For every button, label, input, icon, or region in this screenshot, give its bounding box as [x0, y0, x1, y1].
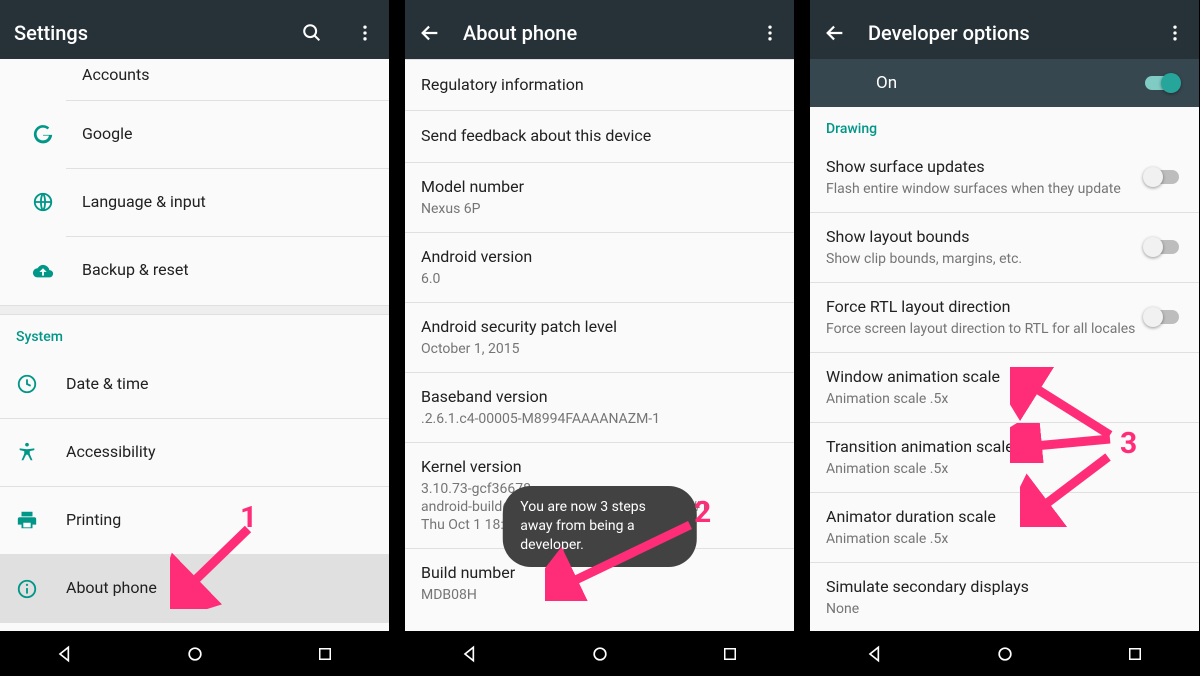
- nav-home-icon[interactable]: [185, 644, 205, 664]
- overflow-menu-icon[interactable]: [355, 23, 375, 43]
- list-item[interactable]: Google: [66, 101, 389, 169]
- overflow-menu-icon[interactable]: [760, 23, 780, 43]
- annotation-label-3: 3: [1120, 426, 1137, 461]
- back-arrow-icon[interactable]: [824, 22, 846, 44]
- master-toggle[interactable]: [1145, 76, 1179, 90]
- list-item-transition-animation[interactable]: Transition animation scale Animation sca…: [810, 423, 1199, 493]
- annotation-arrow-3c: [1020, 447, 1120, 527]
- about-list: Regulatory information Send feedback abo…: [405, 59, 794, 631]
- print-icon: [16, 509, 38, 531]
- search-icon[interactable]: [301, 22, 323, 44]
- list-item[interactable]: Regulatory information: [405, 59, 794, 111]
- panel-developer-options: Developer options On Drawing Show surfac…: [810, 0, 1199, 676]
- appbar: Developer options: [810, 6, 1199, 59]
- clock-icon: [16, 373, 38, 395]
- appbar: About phone: [405, 6, 794, 59]
- panel-about-phone: About phone Regulatory information Send …: [405, 0, 794, 676]
- nav-back-icon[interactable]: [460, 644, 480, 664]
- section-header-drawing: Drawing: [810, 107, 1199, 143]
- cloud-upload-icon: [32, 260, 54, 282]
- list-item-animator-duration[interactable]: Animator duration scale Animation scale …: [810, 493, 1199, 563]
- nav-back-icon[interactable]: [55, 644, 75, 664]
- list-item[interactable]: Model number Nexus 6P: [405, 163, 794, 233]
- navbar: [810, 631, 1199, 676]
- annotation-label-2: 2: [694, 495, 711, 530]
- list-item[interactable]: Backup & reset: [66, 237, 389, 305]
- section-divider: [0, 305, 389, 315]
- overflow-menu-icon[interactable]: [1165, 23, 1185, 43]
- nav-back-icon[interactable]: [865, 644, 885, 664]
- panel-settings: Settings Accounts Google: [0, 0, 389, 676]
- list-item[interactable]: Show layout bounds Show clip bounds, mar…: [810, 213, 1199, 283]
- toggle-switch[interactable]: [1145, 240, 1179, 254]
- list-item[interactable]: Date & time: [0, 351, 389, 419]
- master-switch-row[interactable]: On: [810, 59, 1199, 107]
- nav-home-icon[interactable]: [995, 644, 1015, 664]
- section-header-system: System: [0, 315, 389, 351]
- appbar-title: About phone: [463, 21, 738, 45]
- nav-recents-icon[interactable]: [721, 645, 739, 663]
- navbar: [405, 631, 794, 676]
- list-item[interactable]: Simulate secondary displays None: [810, 563, 1199, 631]
- list-item[interactable]: Language & input: [66, 169, 389, 237]
- nav-home-icon[interactable]: [590, 644, 610, 664]
- appbar-title: Settings: [14, 21, 279, 45]
- list-item[interactable]: Accessibility: [0, 419, 389, 487]
- toggle-switch[interactable]: [1145, 170, 1179, 184]
- nav-recents-icon[interactable]: [1126, 645, 1144, 663]
- globe-icon: [32, 191, 54, 213]
- list-item[interactable]: Accounts: [66, 59, 389, 101]
- list-item[interactable]: Android security patch level October 1, …: [405, 303, 794, 373]
- annotation-arrow-2: [545, 511, 705, 601]
- list-item[interactable]: Show surface updates Flash entire window…: [810, 143, 1199, 213]
- settings-list: Accounts Google Language & input: [0, 59, 389, 631]
- appbar-title: Developer options: [868, 21, 1143, 45]
- list-item[interactable]: Send feedback about this device: [405, 111, 794, 163]
- annotation-label-1: 1: [240, 500, 257, 535]
- back-arrow-icon[interactable]: [419, 22, 441, 44]
- list-item[interactable]: Force RTL layout direction Force screen …: [810, 283, 1199, 353]
- list-item[interactable]: Android version 6.0: [405, 233, 794, 303]
- google-icon: [32, 123, 54, 145]
- dev-options-list: Drawing Show surface updates Flash entir…: [810, 107, 1199, 631]
- list-item-window-animation[interactable]: Window animation scale Animation scale .…: [810, 353, 1199, 423]
- appbar: Settings: [0, 6, 389, 59]
- list-item[interactable]: Baseband version .2.6.1.c4-00005-M8994FA…: [405, 373, 794, 443]
- toggle-switch[interactable]: [1145, 310, 1179, 324]
- navbar: [0, 631, 389, 676]
- nav-recents-icon[interactable]: [316, 645, 334, 663]
- info-icon: [16, 578, 38, 600]
- accessibility-icon: [16, 441, 38, 463]
